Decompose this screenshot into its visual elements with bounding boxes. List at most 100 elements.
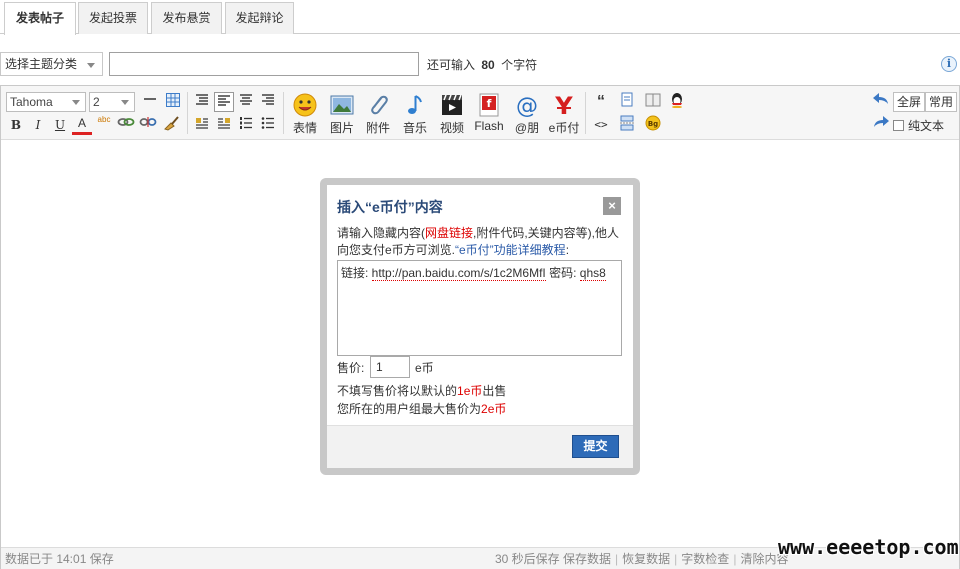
editor-toolbar: Tahoma 2 B I U A abc 表情 图片 附件 音乐 视频 f Fl… (1, 86, 959, 140)
music-icon (402, 92, 428, 118)
note-part: 不填写售价将以默认的 (337, 384, 458, 398)
svg-text:f: f (487, 97, 492, 110)
tutorial-link[interactable]: “e币付”功能详细教程 (455, 243, 566, 257)
price-input[interactable]: 1 (370, 356, 410, 378)
ordered-list-icon[interactable] (236, 115, 256, 135)
tab-new-poll[interactable]: 发起投票 (78, 2, 148, 34)
tab-new-debate[interactable]: 发起辩论 (225, 2, 294, 34)
image-icon (329, 92, 355, 118)
insert-image-button[interactable]: 图片 (324, 92, 360, 136)
char-count-hint: 还可输入 80 个字符 (427, 56, 537, 73)
quote-icon[interactable]: “ (591, 92, 611, 112)
insert-attachment-button[interactable]: 附件 (360, 92, 396, 136)
paperclip-icon (365, 92, 391, 118)
content-url: http://pan.baidu.com/s/1c2M6MfI (371, 266, 546, 281)
price-label: 售价: (337, 361, 365, 375)
post-tabs: 发表帖子 发起投票 发布悬赏 发起辩论 (0, 0, 960, 35)
video-label: 视频 (439, 121, 464, 135)
save-data-link[interactable]: 30 秒后保存 保存数据 (495, 552, 611, 566)
music-label: 音乐 (402, 121, 427, 135)
font-family-select[interactable]: Tahoma (6, 92, 86, 112)
status-divider: | (674, 552, 678, 566)
desc-part: 请输入隐藏内容( (337, 226, 425, 240)
close-icon[interactable]: × (603, 197, 621, 215)
submit-button[interactable]: 提交 (572, 435, 619, 458)
align-right-icon[interactable] (258, 92, 278, 112)
plain-text-checkbox[interactable] (893, 120, 904, 131)
font-family-value: Tahoma (10, 95, 53, 109)
ecoin-pay-button[interactable]: Y e币付 (546, 92, 582, 136)
bold-icon[interactable]: B (6, 115, 26, 135)
hint-suffix: 个字符 (501, 58, 538, 72)
font-size-select[interactable]: 2 (89, 92, 135, 112)
site-watermark: www.eeeetop.com (778, 535, 959, 559)
insert-video-button[interactable]: 视频 (434, 92, 470, 136)
default-price-note: 不填写售价将以默认的1e币出售 (337, 382, 506, 399)
float-left-icon[interactable] (192, 115, 212, 135)
mention-label: @朋 (514, 121, 540, 135)
content-label: 链接: (341, 266, 372, 280)
background-icon[interactable]: Bg (643, 115, 663, 135)
free-content-icon[interactable] (617, 92, 637, 112)
toolbar-separator (283, 92, 284, 134)
columns-icon[interactable] (643, 92, 663, 112)
status-actions: 30 秒后保存 保存数据 | 恢复数据 | 字数检查 | 清除内容 (495, 549, 788, 569)
autosave-status: 数据已于 14:01 保存 (5, 552, 114, 566)
insert-smiley-button[interactable]: 表情 (287, 92, 323, 136)
page-break-icon[interactable] (617, 115, 637, 135)
hidden-content-textarea[interactable]: 链接: http://pan.baidu.com/s/1c2M6MfI 密码: … (337, 260, 622, 356)
fullscreen-button[interactable]: 全屏 (893, 92, 926, 112)
code-icon[interactable]: <> (591, 115, 611, 135)
underline-icon[interactable]: U (50, 115, 70, 135)
plain-text-toggle[interactable]: 纯文本 (893, 117, 944, 137)
ecoin-pay-dialog: 插入“e币付”内容 × 请输入隐藏内容(网盘链接,附件代码,关键内容等),他人向… (327, 185, 633, 468)
at-icon: @ (514, 92, 540, 119)
subject-input[interactable] (109, 52, 419, 76)
word-count-link[interactable]: 字数检查 (681, 552, 729, 566)
link-icon[interactable] (116, 115, 136, 135)
info-icon[interactable]: i (941, 56, 957, 72)
plain-text-label: 纯文本 (908, 119, 945, 133)
italic-icon[interactable]: I (28, 115, 48, 135)
unordered-list-icon[interactable] (258, 115, 278, 135)
tab-new-reward[interactable]: 发布悬赏 (151, 2, 222, 34)
price-unit: e币 (415, 361, 434, 375)
redo-icon[interactable] (871, 115, 891, 135)
spellcheck-icon[interactable]: abc (94, 115, 114, 135)
image-label: 图片 (329, 121, 354, 135)
align-left-icon[interactable] (214, 92, 234, 112)
hint-prefix: 还可输入 (427, 58, 476, 72)
status-divider: | (615, 552, 619, 566)
horizontal-rule-icon[interactable] (140, 92, 160, 112)
smiley-label: 表情 (292, 121, 317, 135)
toolbar-separator (585, 92, 586, 134)
table-icon[interactable] (163, 92, 183, 112)
dialog-description: 请输入隐藏内容(网盘链接,附件代码,关键内容等),他人向您支付e币方可浏览.“e… (337, 225, 627, 259)
unlink-icon[interactable] (138, 115, 158, 135)
svg-text:Y: Y (554, 92, 573, 118)
font-color-icon[interactable]: A (72, 115, 92, 135)
note-part: 您所在的用户组最大售价为 (337, 402, 482, 416)
hint-count: 80 (481, 58, 495, 72)
mention-friend-button[interactable]: @ @朋 (509, 92, 545, 136)
smiley-icon (292, 92, 318, 118)
max-price-note: 您所在的用户组最大售价为2e币 (337, 400, 506, 417)
desc-part: : (565, 243, 570, 257)
undo-icon[interactable] (871, 92, 891, 112)
tab-new-post[interactable]: 发表帖子 (4, 2, 76, 35)
align-justify-icon[interactable] (192, 92, 212, 112)
insert-music-button[interactable]: 音乐 (397, 92, 433, 136)
flash-icon: f (476, 92, 502, 118)
float-right-icon[interactable] (214, 115, 234, 135)
align-center-icon[interactable] (236, 92, 256, 112)
chevron-down-icon (121, 100, 129, 105)
toolbar-separator (187, 92, 188, 134)
chevron-down-icon (72, 100, 80, 105)
clear-format-icon[interactable] (161, 115, 181, 135)
thread-type-select[interactable]: 选择主题分类 (0, 52, 103, 76)
common-mode-button[interactable]: 常用 (925, 92, 958, 112)
qq-icon[interactable] (667, 92, 687, 112)
desc-highlight: 网盘链接 (425, 226, 474, 240)
restore-data-link[interactable]: 恢复数据 (622, 552, 670, 566)
insert-flash-button[interactable]: f Flash (471, 92, 507, 136)
